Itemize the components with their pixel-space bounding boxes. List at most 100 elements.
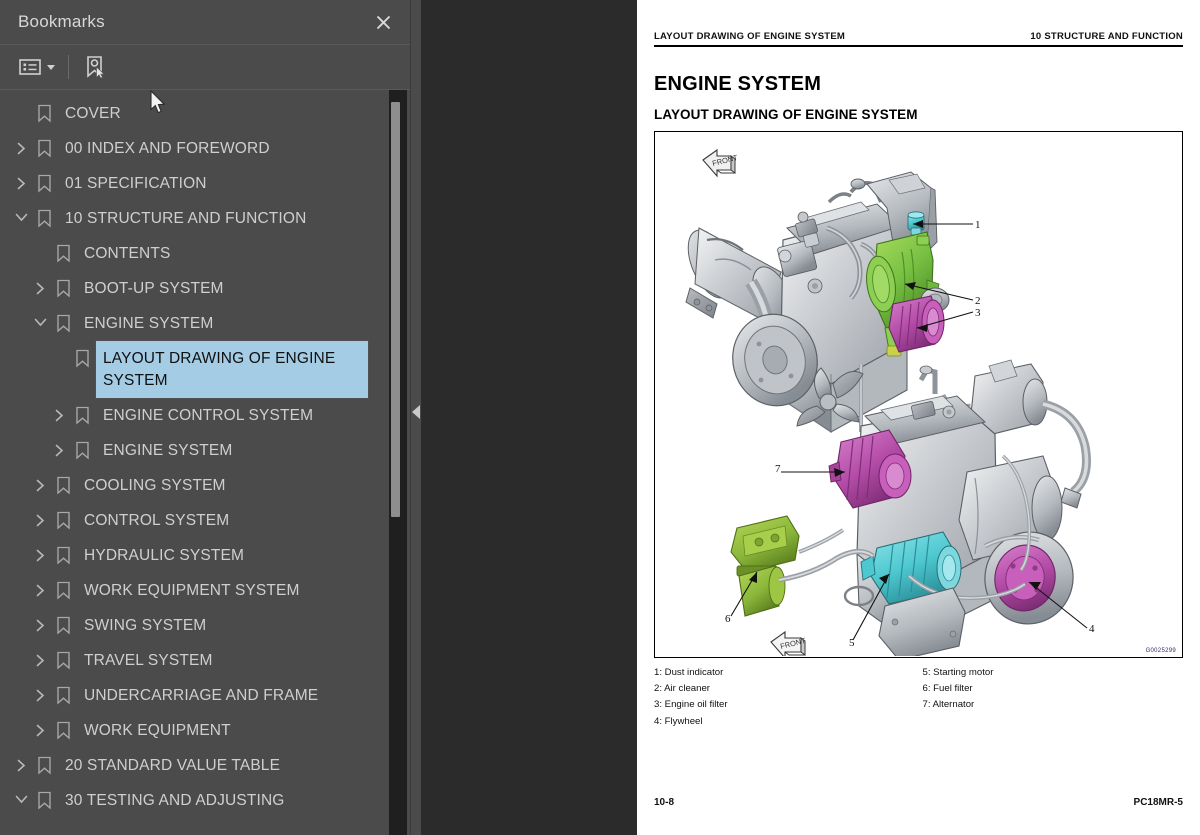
bookmark-item[interactable]: TRAVEL SYSTEM	[0, 643, 388, 678]
bookmark-icon	[51, 573, 75, 600]
legend-item: 1: Dust indicator	[654, 667, 724, 678]
bookmark-icon	[70, 341, 94, 368]
bookmark-item[interactable]: 10 STRUCTURE AND FUNCTION	[0, 201, 388, 236]
toolbar-divider	[68, 55, 69, 79]
bookmark-icon	[32, 783, 56, 810]
chevron-down-icon[interactable]	[47, 64, 55, 70]
running-head-rule	[654, 45, 1183, 47]
chevron-right-icon[interactable]	[29, 713, 51, 737]
bookmark-item-label: ENGINE SYSTEM	[84, 315, 214, 332]
bookmark-item-label: 10 STRUCTURE AND FUNCTION	[65, 210, 307, 227]
bookmark-pointer-icon[interactable]	[81, 52, 109, 82]
legend-column-left: 1: Dust indicator 2: Air cleaner 3: Engi…	[654, 665, 919, 730]
bookmark-item-label: ENGINE CONTROL SYSTEM	[103, 407, 314, 424]
legend-item: 5: Starting motor	[922, 667, 994, 678]
chevron-right-icon[interactable]	[10, 166, 32, 190]
chevron-right-icon[interactable]	[10, 748, 32, 772]
triangle-left-icon[interactable]	[412, 405, 420, 419]
chevron-right-icon[interactable]	[29, 678, 51, 702]
bookmark-item[interactable]: ENGINE SYSTEM	[0, 306, 388, 341]
pdf-page: LAYOUT DRAWING OF ENGINE SYSTEM 10 STRUC…	[637, 0, 1200, 835]
bookmark-icon	[51, 678, 75, 705]
bookmark-icon	[51, 538, 75, 565]
legend-item: 3: Engine oil filter	[654, 699, 728, 711]
list-options-icon[interactable]	[16, 52, 58, 82]
legend-item: 2: Air cleaner	[654, 683, 710, 695]
page-footer: 10-8 PC18MR-5	[654, 797, 1183, 808]
bookmark-item-label: WORK EQUIPMENT SYSTEM	[84, 582, 300, 599]
bookmark-icon	[51, 306, 75, 333]
bookmark-item[interactable]: WORK EQUIPMENT SYSTEM	[0, 573, 388, 608]
chevron-right-icon[interactable]	[48, 433, 70, 457]
figure-legend: 1: Dust indicator 2: Air cleaner 3: Engi…	[654, 665, 1183, 730]
legend-item: 4: Flywheel	[654, 715, 703, 727]
chevron-right-icon[interactable]	[10, 131, 32, 155]
bookmark-icon	[32, 201, 56, 228]
bookmark-item[interactable]: ENGINE SYSTEM	[0, 433, 388, 468]
running-head: LAYOUT DRAWING OF ENGINE SYSTEM 10 STRUC…	[654, 0, 1183, 42]
chevron-down-icon[interactable]	[10, 783, 32, 805]
bookmarks-scrollbar-track[interactable]	[389, 90, 407, 835]
bookmark-icon	[51, 503, 75, 530]
bookmark-item-label: 00 INDEX AND FOREWORD	[65, 140, 270, 157]
bookmark-item[interactable]: CONTROL SYSTEM	[0, 503, 388, 538]
chevron-right-icon[interactable]	[29, 538, 51, 562]
bookmark-item[interactable]: HYDRAULIC SYSTEM	[0, 538, 388, 573]
close-icon[interactable]	[370, 9, 396, 35]
bookmark-item-label: CONTROL SYSTEM	[84, 512, 230, 529]
bookmark-item[interactable]: 20 STANDARD VALUE TABLE	[0, 748, 388, 783]
page-title: ENGINE SYSTEM	[654, 73, 822, 95]
bookmarks-panel-header: Bookmarks	[0, 0, 410, 44]
bookmark-item[interactable]: COOLING SYSTEM	[0, 468, 388, 503]
callout-1: 1	[975, 219, 981, 231]
bookmark-icon	[32, 131, 56, 158]
bookmarks-toolbar	[0, 44, 410, 114]
bookmark-item[interactable]: SWING SYSTEM	[0, 608, 388, 643]
chevron-right-icon[interactable]	[29, 503, 51, 527]
bookmark-item[interactable]: WORK EQUIPMENT	[0, 713, 388, 748]
callout-4: 4	[1089, 623, 1095, 635]
bookmark-item-label: CONTENTS	[84, 245, 171, 262]
document-viewer[interactable]: LAYOUT DRAWING OF ENGINE SYSTEM 10 STRUC…	[421, 0, 1200, 835]
bookmark-item[interactable]: COVER	[0, 96, 388, 131]
chevron-right-icon[interactable]	[48, 398, 70, 422]
pdf-viewer-window: Bookmarks COVER 00 INDEX AND FOREWORD 01…	[0, 0, 1200, 835]
bookmark-item-label: 01 SPECIFICATION	[65, 175, 207, 192]
chevron-right-icon[interactable]	[29, 608, 51, 632]
bookmark-item-label: SWING SYSTEM	[84, 617, 207, 634]
bookmark-item[interactable]: LAYOUT DRAWING OF ENGINE SYSTEM	[0, 340, 388, 399]
bookmark-icon	[51, 713, 75, 740]
bookmark-icon	[51, 271, 75, 298]
chevron-right-icon[interactable]	[29, 573, 51, 597]
twisty-spacer	[29, 236, 51, 247]
chevron-right-icon[interactable]	[29, 271, 51, 295]
bookmark-item[interactable]: 30 TESTING AND ADJUSTING	[0, 783, 388, 818]
chevron-down-icon[interactable]	[29, 306, 51, 328]
legend-item: 7: Alternator	[922, 699, 975, 711]
panel-splitter[interactable]	[411, 0, 421, 835]
twisty-spacer	[48, 341, 70, 352]
bookmark-item[interactable]: 01 SPECIFICATION	[0, 166, 388, 201]
bookmark-item-label: UNDERCARRIAGE AND FRAME	[84, 687, 319, 704]
bookmark-item[interactable]: ENGINE CONTROL SYSTEM	[0, 398, 388, 433]
bookmark-item-label: LAYOUT DRAWING OF ENGINE SYSTEM	[95, 340, 369, 399]
running-head-right: 10 STRUCTURE AND FUNCTION	[1030, 31, 1183, 42]
figure-reference-code: G0025299	[1145, 648, 1176, 654]
bookmarks-scrollbar-thumb[interactable]	[391, 102, 400, 517]
model-code: PC18MR-5	[1133, 797, 1183, 808]
legend-item: 6: Fuel filter	[922, 683, 973, 695]
front-marker-lower: FRONT	[770, 630, 807, 657]
chevron-right-icon[interactable]	[29, 643, 51, 667]
bookmark-icon	[51, 608, 75, 635]
bookmarks-panel: Bookmarks COVER 00 INDEX AND FOREWORD 01…	[0, 0, 411, 835]
bookmark-item[interactable]: 00 INDEX AND FOREWORD	[0, 131, 388, 166]
chevron-down-icon[interactable]	[10, 201, 32, 223]
bookmark-icon	[70, 398, 94, 425]
bookmark-item[interactable]: BOOT-UP SYSTEM	[0, 271, 388, 306]
bookmark-item[interactable]: CONTENTS	[0, 236, 388, 271]
chevron-right-icon[interactable]	[29, 468, 51, 492]
bookmarks-tree-scroll-area[interactable]: COVER 00 INDEX AND FOREWORD 01 SPECIFICATI…	[0, 90, 410, 835]
engine-diagram-svg: FRONT FRONT 1 2 3 4 5 6 7	[685, 148, 1095, 657]
bookmark-item[interactable]: UNDERCARRIAGE AND FRAME	[0, 678, 388, 713]
front-marker-upper: FRONT	[702, 148, 739, 178]
